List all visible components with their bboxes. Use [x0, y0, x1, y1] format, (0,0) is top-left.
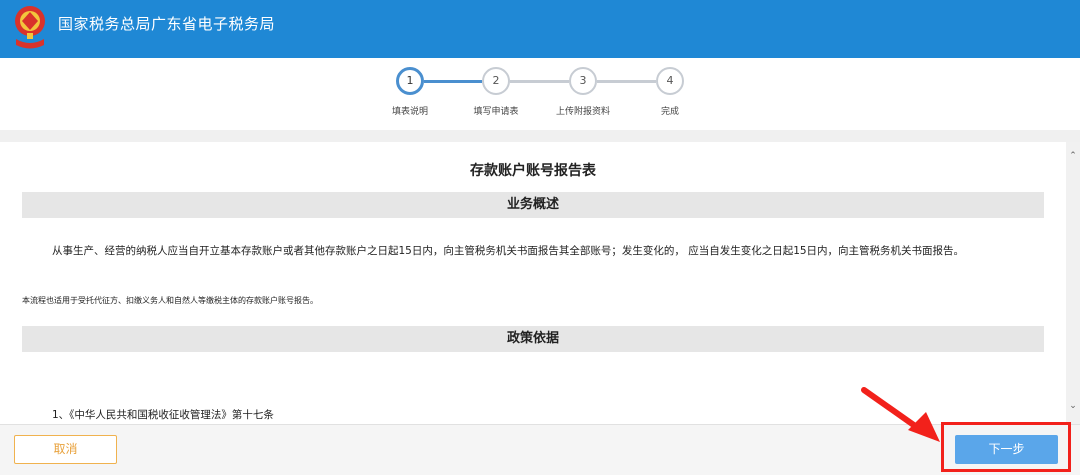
step-connector-3: [597, 80, 656, 83]
step-2-label: 填写申请表: [473, 107, 519, 117]
document-content: 存款账户账号报告表 业务概述 从事生产、经营的纳税人应当自开立基本存款账户或者其…: [0, 142, 1066, 424]
policy-item: 1、《中华人民共和国税收征收管理法》第十七条: [52, 409, 274, 421]
step-1-label: 填表说明: [391, 107, 429, 117]
cancel-button[interactable]: 取消: [14, 435, 117, 464]
overview-note: 本流程也适用于受托代征方、扣缴义务人和自然人等缴税主体的存款账户账号报告。: [22, 296, 318, 305]
app-header: 国家税务总局广东省电子税务局: [0, 0, 1080, 58]
step-3-circle: 3: [569, 67, 597, 95]
step-3-label: 上传附报资料: [555, 107, 611, 117]
vertical-scrollbar[interactable]: ⌃ ⌄: [1066, 142, 1080, 424]
section-heading-policy: 政策依据: [22, 326, 1044, 352]
scroll-up-arrow-icon[interactable]: ⌃: [1066, 148, 1080, 164]
document-title: 存款账户账号报告表: [470, 163, 596, 179]
next-step-button[interactable]: 下一步: [955, 435, 1058, 464]
step-connector-2: [510, 80, 569, 83]
tax-emblem-icon: [15, 6, 45, 49]
progress-steps: [0, 58, 1080, 130]
step-4-label: 完成: [660, 107, 680, 117]
step-1-circle: 1: [396, 67, 424, 95]
scroll-down-arrow-icon[interactable]: ⌄: [1066, 398, 1080, 414]
app-title: 国家税务总局广东省电子税务局: [58, 15, 276, 33]
step-2-circle: 2: [482, 67, 510, 95]
step-4-circle: 4: [656, 67, 684, 95]
overview-paragraph: 从事生产、经营的纳税人应当自开立基本存款账户或者其他存款账户之日起15日内，向主…: [52, 245, 965, 257]
step-connector-1: [424, 80, 482, 83]
section-heading-overview: 业务概述: [22, 192, 1044, 218]
annotation-arrow-icon: [861, 387, 940, 442]
